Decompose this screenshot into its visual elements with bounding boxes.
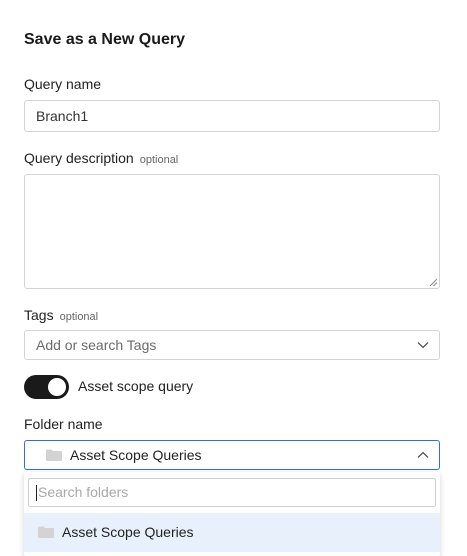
query-name-label: Query name [24,76,102,92]
resize-grip-icon[interactable] [429,278,437,286]
query-description-label-text: Query description [24,150,134,166]
dialog-title: Save as a New Query [24,31,185,48]
folder-option[interactable]: Asset Scope Queries [24,513,440,552]
query-name-input[interactable]: Branch1 [24,100,440,132]
query-description-label: Query description optional [24,150,178,166]
chevron-up-icon [417,451,429,458]
folder-option-label: Asset Scope Queries [62,524,194,540]
tags-label-text: Tags [24,307,54,323]
text-caret [36,485,37,501]
toggle-knob [48,378,66,396]
asset-scope-label: Asset scope query [78,378,194,394]
tags-placeholder: Add or search Tags [36,337,157,353]
save-query-dialog: Save as a New Query Query name Branch1 Q… [0,0,467,556]
folder-dropdown: Search folders Asset Scope Queries [24,472,440,556]
optional-tag: optional [59,311,99,323]
query-description-textarea[interactable] [24,174,440,289]
tags-select[interactable]: Add or search Tags [24,330,440,360]
folder-select[interactable]: Asset Scope Queries [24,440,440,470]
chevron-down-icon [417,342,429,349]
search-folders-placeholder: Search folders [38,484,129,500]
folder-icon [46,449,62,462]
folder-name-label: Folder name [24,416,103,432]
search-folders-input[interactable]: Search folders [28,478,436,507]
query-name-value: Branch1 [36,108,89,124]
optional-tag: optional [139,154,179,166]
asset-scope-toggle[interactable] [24,375,69,399]
folder-selected-value: Asset Scope Queries [70,447,202,463]
folder-icon [38,526,54,539]
tags-label: Tags optional [24,307,98,323]
